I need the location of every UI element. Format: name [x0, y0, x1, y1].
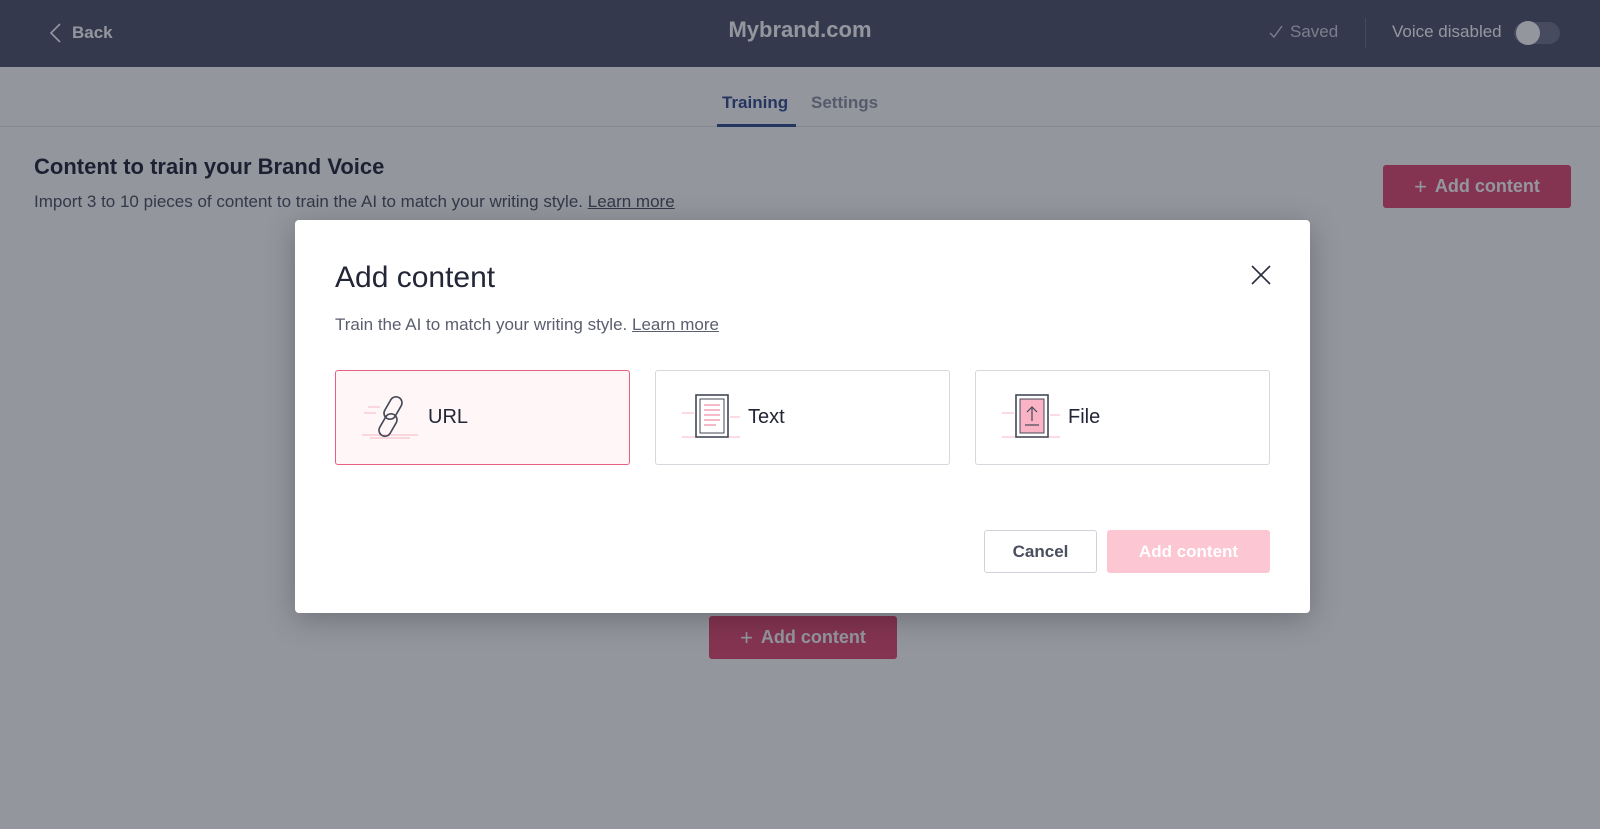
file-upload-icon [1002, 393, 1060, 438]
option-url-label: URL [428, 406, 469, 428]
cancel-button[interactable]: Cancel [984, 530, 1097, 573]
document-icon [682, 393, 740, 438]
modal-description: Train the AI to match your writing style… [335, 315, 719, 335]
option-text[interactable]: Text [655, 370, 950, 465]
modal-title: Add content [335, 261, 496, 294]
option-file-label: File [1068, 406, 1101, 428]
modal-description-text: Train the AI to match your writing style… [335, 315, 628, 334]
option-url[interactable]: URL [335, 370, 630, 465]
add-content-submit-button[interactable]: Add content [1107, 530, 1270, 573]
option-text-label: Text [748, 406, 785, 428]
close-icon[interactable] [1249, 263, 1273, 287]
modal-learn-more-link[interactable]: Learn more [632, 315, 719, 334]
add-content-modal: Add content Train the AI to match your w… [295, 220, 1310, 613]
link-icon [362, 395, 418, 438]
option-file[interactable]: File [975, 370, 1270, 465]
